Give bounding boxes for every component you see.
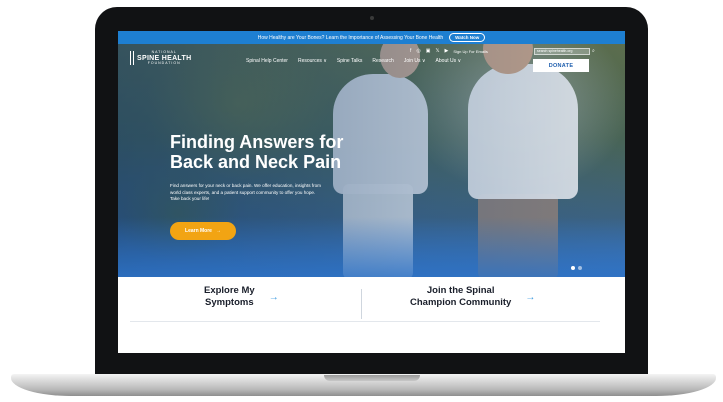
search-input[interactable]: search spinehealth.org xyxy=(534,48,590,55)
carousel-dot[interactable] xyxy=(571,266,575,270)
arrow-right-icon: → xyxy=(215,228,221,234)
learn-more-button[interactable]: Learn More → xyxy=(170,222,236,240)
nav-research[interactable]: Research xyxy=(372,58,393,64)
instagram-icon[interactable]: ◎ xyxy=(416,49,420,54)
announcement-text: How Healthy are Your Bones? Learn the Im… xyxy=(257,34,444,41)
linkedin-icon[interactable]: ▣ xyxy=(426,49,431,54)
youtube-icon[interactable]: ▶ xyxy=(445,49,449,54)
logo-bottom-text: FOUNDATION xyxy=(147,60,181,65)
main-nav: Spinal Help Center Resources ∨ Spine Tal… xyxy=(246,58,461,64)
quick-links: Explore My Symptoms → Join the Spinal Ch… xyxy=(118,277,625,353)
camera-dot xyxy=(370,16,374,20)
explore-symptoms-card[interactable]: Explore My Symptoms → xyxy=(204,285,279,309)
nav-resources[interactable]: Resources ∨ xyxy=(298,58,327,64)
laptop-notch xyxy=(324,375,420,381)
nav-spinal-help-center[interactable]: Spinal Help Center xyxy=(246,58,288,64)
nav-spine-talks[interactable]: Spine Talks xyxy=(337,58,362,64)
facebook-icon[interactable]: f xyxy=(410,49,411,54)
carousel-dot[interactable] xyxy=(578,266,582,270)
hero-description: Find answers for your neck or back pain.… xyxy=(170,183,321,201)
laptop-screen: How Healthy are Your Bones? Learn the Im… xyxy=(118,31,625,353)
watch-now-button[interactable]: Watch Now xyxy=(449,33,486,42)
signup-emails-link[interactable]: Sign Up For Emails xyxy=(453,49,487,54)
hero-title: Finding Answers for Back and Neck Pain xyxy=(170,132,344,172)
arrow-right-icon: → xyxy=(525,291,536,303)
hero-section: NATIONAL SPINE HEALTH FOUNDATION f ◎ ▣ 𝕏… xyxy=(118,44,625,277)
arrow-right-icon: → xyxy=(268,291,279,303)
search-icon[interactable]: ⌕ xyxy=(592,48,595,54)
nav-join-us[interactable]: Join Us ∨ xyxy=(404,58,426,64)
card-title: Join the Spinal Champion Community xyxy=(410,285,512,308)
divider xyxy=(130,321,600,322)
spine-logo-icon xyxy=(130,51,134,65)
announcement-bar: How Healthy are Your Bones? Learn the Im… xyxy=(118,31,625,44)
nav-about-us[interactable]: About Us ∨ xyxy=(436,58,462,64)
donate-button[interactable]: DONATE xyxy=(533,59,589,72)
site-logo[interactable]: NATIONAL SPINE HEALTH FOUNDATION xyxy=(130,50,191,65)
join-community-card[interactable]: Join the Spinal Champion Community → xyxy=(410,285,535,309)
learn-more-label: Learn More xyxy=(185,228,212,234)
social-links: f ◎ ▣ 𝕏 ▶ Sign Up For Emails xyxy=(410,49,488,55)
divider xyxy=(361,289,362,319)
card-title: Explore My Symptoms xyxy=(204,285,255,308)
x-twitter-icon[interactable]: 𝕏 xyxy=(436,49,440,54)
carousel-dots xyxy=(571,266,582,270)
